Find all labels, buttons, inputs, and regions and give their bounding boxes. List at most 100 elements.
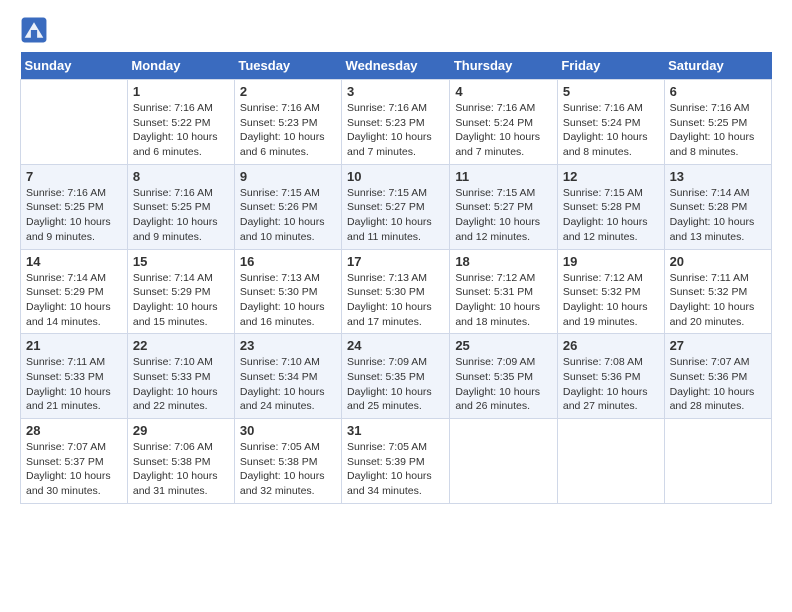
- day-info: Sunrise: 7:16 AM Sunset: 5:25 PM Dayligh…: [133, 186, 229, 245]
- calendar-cell: [21, 80, 128, 165]
- day-info: Sunrise: 7:16 AM Sunset: 5:23 PM Dayligh…: [347, 101, 444, 160]
- day-number: 3: [347, 84, 444, 99]
- day-info: Sunrise: 7:09 AM Sunset: 5:35 PM Dayligh…: [455, 355, 552, 414]
- day-number: 15: [133, 254, 229, 269]
- logo: [20, 16, 52, 44]
- day-number: 29: [133, 423, 229, 438]
- day-info: Sunrise: 7:16 AM Sunset: 5:24 PM Dayligh…: [455, 101, 552, 160]
- header-friday: Friday: [557, 52, 664, 80]
- day-number: 27: [670, 338, 766, 353]
- calendar-cell: 9 Sunrise: 7:15 AM Sunset: 5:26 PM Daylig…: [234, 164, 341, 249]
- day-info: Sunrise: 7:13 AM Sunset: 5:30 PM Dayligh…: [240, 271, 336, 330]
- day-info: Sunrise: 7:11 AM Sunset: 5:32 PM Dayligh…: [670, 271, 766, 330]
- day-info: Sunrise: 7:06 AM Sunset: 5:38 PM Dayligh…: [133, 440, 229, 499]
- calendar-week-row: 28Sunrise: 7:07 AM Sunset: 5:37 PM Dayli…: [21, 419, 772, 504]
- day-info: Sunrise: 7:05 AM Sunset: 5:39 PM Dayligh…: [347, 440, 444, 499]
- calendar-cell: 24 Sunrise: 7:09 AM Sunset: 5:35 PM Dayli…: [342, 334, 450, 419]
- calendar-cell: 12 Sunrise: 7:15 AM Sunset: 5:28 PM Dayli…: [557, 164, 664, 249]
- calendar-cell: 10 Sunrise: 7:15 AM Sunset: 5:27 PM Dayli…: [342, 164, 450, 249]
- calendar-cell: 8 Sunrise: 7:16 AM Sunset: 5:25 PM Daylig…: [127, 164, 234, 249]
- calendar-cell: 6Sunrise: 7:16 AM Sunset: 5:25 PM Daylig…: [664, 80, 771, 165]
- day-info: Sunrise: 7:13 AM Sunset: 5:30 PM Dayligh…: [347, 271, 444, 330]
- calendar-cell: 26 Sunrise: 7:08 AM Sunset: 5:36 PM Dayli…: [557, 334, 664, 419]
- calendar-cell: 7Sunrise: 7:16 AM Sunset: 5:25 PM Daylig…: [21, 164, 128, 249]
- calendar-week-row: 7 Sunrise: 7:16 AM Sunset: 5:25 PM Daylig…: [21, 164, 772, 249]
- day-number: 1: [133, 84, 229, 99]
- calendar-cell: 13Sunrise: 7:14 AM Sunset: 5:28 PM Dayli…: [664, 164, 771, 249]
- calendar-cell: [450, 419, 558, 504]
- day-number: 23: [240, 338, 336, 353]
- calendar-cell: 4 Sunrise: 7:16 AM Sunset: 5:24 PM Daylig…: [450, 80, 558, 165]
- calendar-cell: 5 Sunrise: 7:16 AM Sunset: 5:24 PM Daylig…: [557, 80, 664, 165]
- day-info: Sunrise: 7:15 AM Sunset: 5:26 PM Dayligh…: [240, 186, 336, 245]
- day-info: Sunrise: 7:09 AM Sunset: 5:35 PM Dayligh…: [347, 355, 444, 414]
- day-number: 21: [26, 338, 122, 353]
- calendar-cell: 18 Sunrise: 7:12 AM Sunset: 5:31 PM Dayli…: [450, 249, 558, 334]
- day-number: 19: [563, 254, 659, 269]
- day-info: Sunrise: 7:15 AM Sunset: 5:27 PM Dayligh…: [455, 186, 552, 245]
- day-info: Sunrise: 7:07 AM Sunset: 5:37 PM Dayligh…: [26, 440, 122, 499]
- header-wednesday: Wednesday: [342, 52, 450, 80]
- calendar-cell: 21 Sunrise: 7:11 AM Sunset: 5:33 PM Dayli…: [21, 334, 128, 419]
- calendar-table: SundayMondayTuesdayWednesdayThursdayFrid…: [20, 52, 772, 504]
- day-info: Sunrise: 7:11 AM Sunset: 5:33 PM Dayligh…: [26, 355, 122, 414]
- calendar-cell: 16 Sunrise: 7:13 AM Sunset: 5:30 PM Dayli…: [234, 249, 341, 334]
- day-number: 8: [133, 169, 229, 184]
- day-number: 30: [240, 423, 336, 438]
- logo-icon: [20, 16, 48, 44]
- calendar-cell: 28Sunrise: 7:07 AM Sunset: 5:37 PM Dayli…: [21, 419, 128, 504]
- day-info: Sunrise: 7:05 AM Sunset: 5:38 PM Dayligh…: [240, 440, 336, 499]
- day-number: 7: [26, 169, 122, 184]
- day-number: 26: [563, 338, 659, 353]
- calendar-cell: 23Sunrise: 7:10 AM Sunset: 5:34 PM Dayli…: [234, 334, 341, 419]
- day-number: 9: [240, 169, 336, 184]
- calendar-week-row: 14 Sunrise: 7:14 AM Sunset: 5:29 PM Dayli…: [21, 249, 772, 334]
- day-number: 25: [455, 338, 552, 353]
- calendar-cell: 29 Sunrise: 7:06 AM Sunset: 5:38 PM Dayli…: [127, 419, 234, 504]
- calendar-cell: 22Sunrise: 7:10 AM Sunset: 5:33 PM Dayli…: [127, 334, 234, 419]
- day-number: 5: [563, 84, 659, 99]
- day-info: Sunrise: 7:07 AM Sunset: 5:36 PM Dayligh…: [670, 355, 766, 414]
- calendar-cell: 30 Sunrise: 7:05 AM Sunset: 5:38 PM Dayli…: [234, 419, 341, 504]
- page-header: [20, 16, 772, 44]
- day-info: Sunrise: 7:16 AM Sunset: 5:25 PM Dayligh…: [670, 101, 766, 160]
- day-number: 24: [347, 338, 444, 353]
- day-number: 31: [347, 423, 444, 438]
- day-number: 4: [455, 84, 552, 99]
- day-info: Sunrise: 7:12 AM Sunset: 5:31 PM Dayligh…: [455, 271, 552, 330]
- header-monday: Monday: [127, 52, 234, 80]
- calendar-cell: 17 Sunrise: 7:13 AM Sunset: 5:30 PM Dayli…: [342, 249, 450, 334]
- calendar-cell: 25 Sunrise: 7:09 AM Sunset: 5:35 PM Dayli…: [450, 334, 558, 419]
- day-info: Sunrise: 7:12 AM Sunset: 5:32 PM Dayligh…: [563, 271, 659, 330]
- day-number: 2: [240, 84, 336, 99]
- header-sunday: Sunday: [21, 52, 128, 80]
- calendar-cell: 27 Sunrise: 7:07 AM Sunset: 5:36 PM Dayli…: [664, 334, 771, 419]
- header-saturday: Saturday: [664, 52, 771, 80]
- day-number: 18: [455, 254, 552, 269]
- calendar-cell: 2Sunrise: 7:16 AM Sunset: 5:23 PM Daylig…: [234, 80, 341, 165]
- calendar-cell: 19 Sunrise: 7:12 AM Sunset: 5:32 PM Dayli…: [557, 249, 664, 334]
- calendar-week-row: 21 Sunrise: 7:11 AM Sunset: 5:33 PM Dayli…: [21, 334, 772, 419]
- day-number: 10: [347, 169, 444, 184]
- day-info: Sunrise: 7:14 AM Sunset: 5:29 PM Dayligh…: [133, 271, 229, 330]
- day-info: Sunrise: 7:16 AM Sunset: 5:24 PM Dayligh…: [563, 101, 659, 160]
- day-info: Sunrise: 7:16 AM Sunset: 5:22 PM Dayligh…: [133, 101, 229, 160]
- day-number: 16: [240, 254, 336, 269]
- day-info: Sunrise: 7:15 AM Sunset: 5:28 PM Dayligh…: [563, 186, 659, 245]
- calendar-cell: 1 Sunrise: 7:16 AM Sunset: 5:22 PM Daylig…: [127, 80, 234, 165]
- calendar-cell: 15 Sunrise: 7:14 AM Sunset: 5:29 PM Dayli…: [127, 249, 234, 334]
- day-info: Sunrise: 7:10 AM Sunset: 5:33 PM Dayligh…: [133, 355, 229, 414]
- calendar-cell: 31 Sunrise: 7:05 AM Sunset: 5:39 PM Dayli…: [342, 419, 450, 504]
- calendar-header-row: SundayMondayTuesdayWednesdayThursdayFrid…: [21, 52, 772, 80]
- day-number: 12: [563, 169, 659, 184]
- day-number: 17: [347, 254, 444, 269]
- day-info: Sunrise: 7:08 AM Sunset: 5:36 PM Dayligh…: [563, 355, 659, 414]
- calendar-cell: 3 Sunrise: 7:16 AM Sunset: 5:23 PM Daylig…: [342, 80, 450, 165]
- calendar-cell: 20 Sunrise: 7:11 AM Sunset: 5:32 PM Dayli…: [664, 249, 771, 334]
- day-info: Sunrise: 7:14 AM Sunset: 5:28 PM Dayligh…: [670, 186, 766, 245]
- day-info: Sunrise: 7:15 AM Sunset: 5:27 PM Dayligh…: [347, 186, 444, 245]
- day-number: 14: [26, 254, 122, 269]
- calendar-cell: [557, 419, 664, 504]
- day-number: 20: [670, 254, 766, 269]
- day-number: 11: [455, 169, 552, 184]
